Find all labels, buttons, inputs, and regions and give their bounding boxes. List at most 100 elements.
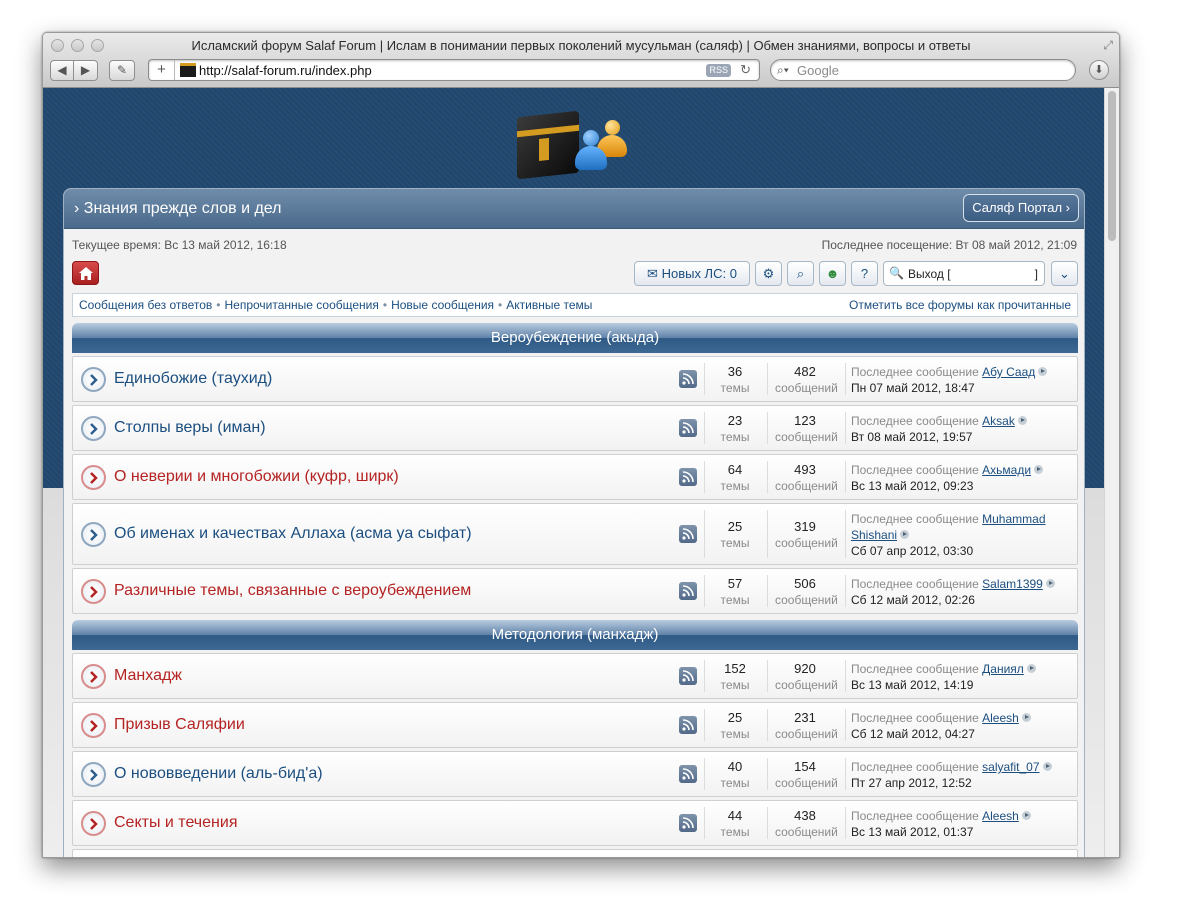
view-last-post-icon[interactable] (1021, 811, 1031, 820)
envelope-icon: ✉ (647, 266, 658, 281)
question-icon: ? (860, 266, 869, 281)
forum-unread-icon (81, 664, 106, 689)
last-post-author[interactable]: Aleesh (982, 711, 1019, 725)
view-last-post-icon[interactable] (1026, 664, 1036, 673)
forum-row[interactable]: Секты и течения 44 темы 438 сообщений Посл… (72, 800, 1078, 846)
rss-icon[interactable] (679, 468, 697, 486)
forum-title[interactable]: Призыв Саляфии (114, 716, 245, 734)
rss-icon[interactable] (679, 814, 697, 832)
category-header[interactable]: Методология (манхадж) (72, 620, 1078, 650)
vertical-scrollbar[interactable] (1104, 88, 1119, 857)
rss-icon[interactable] (679, 419, 697, 437)
last-post: Последнее сообщение salyafit_07 Пт 27 ап… (851, 759, 1073, 791)
rss-icon[interactable] (679, 370, 697, 388)
forum-title[interactable]: Манхадж (114, 667, 182, 685)
header-bar: › Знания прежде слов и дел Саляф Портал … (64, 189, 1084, 229)
rss-icon[interactable] (679, 525, 697, 543)
view-last-post-icon[interactable] (1042, 762, 1052, 771)
last-post-author[interactable]: Даниял (982, 662, 1024, 676)
forum-row[interactable]: Призыв Саляфии 25 темы 231 сообщений После… (72, 702, 1078, 748)
link-new-posts[interactable]: Новые сообщения (391, 298, 494, 312)
forum-row[interactable]: Манхадж 152 темы 920 сообщений Последнее с… (72, 653, 1078, 699)
link-unanswered[interactable]: Сообщения без ответов (79, 298, 212, 312)
bookmarks-button[interactable]: ✎ (109, 60, 135, 81)
last-post-author[interactable]: salyafit_07 (982, 760, 1039, 774)
view-last-post-icon[interactable] (1034, 465, 1044, 474)
last-post-author[interactable]: Salam1399 (982, 577, 1043, 591)
forum-row[interactable] (72, 849, 1078, 857)
chevron-right-icon: › (74, 200, 80, 217)
last-post-author[interactable]: Aleesh (982, 809, 1019, 823)
last-post-author[interactable]: Абу Саад (982, 365, 1035, 379)
fullscreen-icon[interactable]: ⤢ (1103, 38, 1113, 53)
page-viewport: › Знания прежде слов и дел Саляф Портал … (43, 88, 1106, 857)
view-last-post-icon[interactable] (1038, 367, 1048, 376)
link-active-topics[interactable]: Активные темы (506, 298, 592, 312)
chevron-right-icon: › (1065, 200, 1070, 215)
posts-count: 482 сообщений (775, 364, 838, 395)
view-last-post-icon[interactable] (1017, 416, 1027, 425)
settings-button[interactable]: ⚙ (755, 261, 782, 286)
view-last-post-icon[interactable] (1021, 713, 1031, 722)
address-bar[interactable]: + http://salaf-forum.ru/index.php RSS ↻ (148, 59, 760, 81)
last-post-author[interactable]: Ахьмади (982, 463, 1031, 477)
rss-icon[interactable] (679, 716, 697, 734)
forum-row[interactable]: О нововведении (аль-бид'а) 40 темы 154 соо… (72, 751, 1078, 797)
add-bookmark-icon[interactable]: + (149, 60, 175, 80)
posts-count: 319 сообщений (775, 519, 838, 550)
forum-row[interactable]: Столпы веры (иман) 23 темы 123 сообщений П… (72, 405, 1078, 451)
rss-icon[interactable] (679, 765, 697, 783)
gear-icon: ⚙ (762, 266, 775, 281)
forum-title[interactable]: Столпы веры (иман) (114, 419, 266, 437)
help-button[interactable]: ? (851, 261, 878, 286)
key-icon: 🔍 (889, 266, 904, 280)
new-pm-button[interactable]: ✉ Новых ЛС: 0 (634, 261, 750, 286)
view-last-post-icon[interactable] (1045, 579, 1055, 588)
last-post-author[interactable]: Aksak (982, 414, 1015, 428)
search-field[interactable]: ⌕▾ Google (770, 59, 1076, 81)
posts-count: 506 сообщений (775, 576, 838, 607)
category-header[interactable]: Вероубеждение (акыда) (72, 323, 1078, 353)
bookmark-icon: ✎ (116, 63, 128, 77)
members-button[interactable]: ☻ (819, 261, 846, 286)
forum-row[interactable]: Об именах и качествах Аллаха (асма уа сы… (72, 503, 1078, 565)
quick-links-bar: Сообщения без ответов • Непрочитанные сооб… (72, 293, 1078, 317)
forum-title[interactable]: Единобожие (таухид) (114, 370, 272, 388)
forum-unread-icon (81, 713, 106, 738)
portal-button[interactable]: Саляф Портал › (963, 194, 1079, 222)
view-last-post-icon[interactable] (900, 530, 910, 539)
last-post-author[interactable]: Shishani (851, 528, 897, 542)
topics-count: 36 темы (720, 364, 750, 395)
forum-row[interactable]: Единобожие (таухид) 36 темы 482 сообщений … (72, 356, 1078, 402)
mark-all-read-link[interactable]: Отметить все форумы как прочитанные (849, 298, 1071, 312)
forum-row[interactable]: О неверии и многобожии (куфр, ширк) 64 те… (72, 454, 1078, 500)
topics-count: 23 темы (720, 413, 750, 444)
forum-title[interactable]: Об именах и качествах Аллаха (асма уа сы… (114, 525, 472, 543)
reload-icon[interactable]: ↻ (740, 62, 751, 78)
forum-title[interactable]: Различные темы, связанные с вероубеждени… (114, 582, 471, 600)
kaaba-icon (517, 110, 579, 180)
rss-icon[interactable] (679, 667, 697, 685)
rss-icon[interactable] (679, 582, 697, 600)
forum-row[interactable]: Различные темы, связанные с вероубеждени… (72, 568, 1078, 614)
url-text[interactable]: http://salaf-forum.ru/index.php (199, 63, 372, 78)
logout-button[interactable]: 🔍 Выход [ ] (883, 261, 1045, 286)
rss-badge[interactable]: RSS (706, 64, 731, 77)
forum-read-icon (81, 522, 106, 547)
downloads-icon[interactable]: ⬇ (1089, 60, 1109, 80)
forward-button[interactable]: ▶ (74, 60, 98, 81)
back-button[interactable]: ◀ (50, 60, 74, 81)
scrollbar-thumb[interactable] (1108, 91, 1116, 241)
forum-title[interactable]: О неверии и многобожии (куфр, ширк) (114, 468, 399, 486)
home-icon (79, 267, 93, 280)
forum-title[interactable]: Секты и течения (114, 814, 237, 832)
expand-button[interactable]: ⌄ (1051, 261, 1078, 286)
search-button[interactable]: ⌕ (787, 261, 814, 286)
topics-count: 57 темы (720, 576, 750, 607)
home-button[interactable] (72, 261, 99, 285)
link-unread[interactable]: Непрочитанные сообщения (224, 298, 378, 312)
site-logo[interactable] (517, 100, 629, 180)
last-post-author[interactable]: Muhammad (982, 512, 1045, 526)
site-slogan: › Знания прежде слов и дел (74, 200, 282, 217)
forum-title[interactable]: О нововведении (аль-бид'а) (114, 765, 323, 783)
